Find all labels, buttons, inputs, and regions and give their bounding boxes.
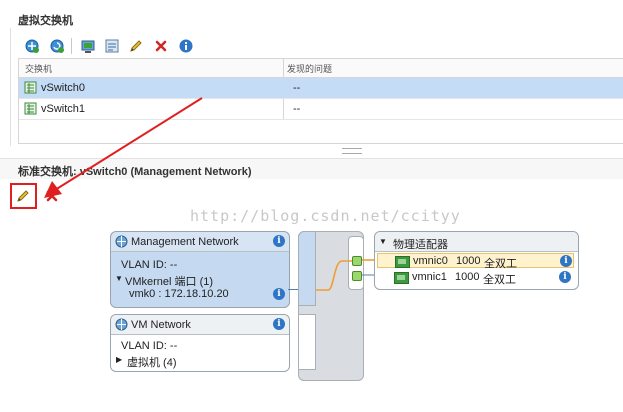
nic-icon [395, 256, 410, 268]
adapter-row-vmnic0[interactable]: vmnic0 1000 全双工 i [377, 253, 574, 270]
nic-duplex: 全双工 [484, 258, 517, 270]
collapse-arrow-icon[interactable]: ▼ [379, 237, 387, 246]
info-icon[interactable]: i [559, 271, 571, 283]
nic-icon [394, 272, 409, 284]
info-icon[interactable]: i [273, 235, 285, 247]
info-icon[interactable]: i [273, 288, 285, 300]
expand-arrow-icon[interactable]: ▶ [116, 355, 122, 364]
nic-speed: 1000 [455, 271, 480, 283]
connector-line [288, 289, 298, 290]
nic-duplex: 全双工 [483, 274, 516, 286]
portgroup-name: Management Network [131, 236, 239, 248]
nic-name: vmnic1 [412, 271, 447, 283]
info-icon[interactable]: i [560, 255, 572, 267]
expand-arrow-icon[interactable]: ▼ [115, 274, 123, 283]
adapters-title: 物理适配器 [393, 239, 448, 251]
portgroup-name: VM Network [131, 319, 191, 331]
portgroup-management-network[interactable]: Management Network i VLAN ID: -- ▼ VMker… [110, 231, 290, 308]
vmk-address: vmk0 : 172.18.10.20 [129, 288, 229, 300]
nic-name: vmnic0 [413, 255, 448, 267]
vlan-id: VLAN ID: -- [121, 340, 178, 352]
network-icon [115, 318, 128, 334]
network-icon [115, 235, 128, 251]
vlan-id: VLAN ID: -- [121, 259, 178, 271]
physical-adapters-panel: ▼ 物理适配器 vmnic0 1000 全双工 i vmnic1 1000 全双… [374, 231, 579, 290]
info-icon[interactable]: i [273, 318, 285, 330]
nic-speed: 1000 [456, 255, 481, 267]
vm-count[interactable]: 虚拟机 (4) [127, 354, 177, 370]
portgroup-vm-network[interactable]: VM Network i VLAN ID: -- ▶ 虚拟机 (4) [110, 314, 290, 372]
vmkernel-ports[interactable]: VMkernel 端口 (1) [125, 273, 213, 289]
adapter-row-vmnic1[interactable]: vmnic1 1000 全双工 i [377, 270, 574, 286]
